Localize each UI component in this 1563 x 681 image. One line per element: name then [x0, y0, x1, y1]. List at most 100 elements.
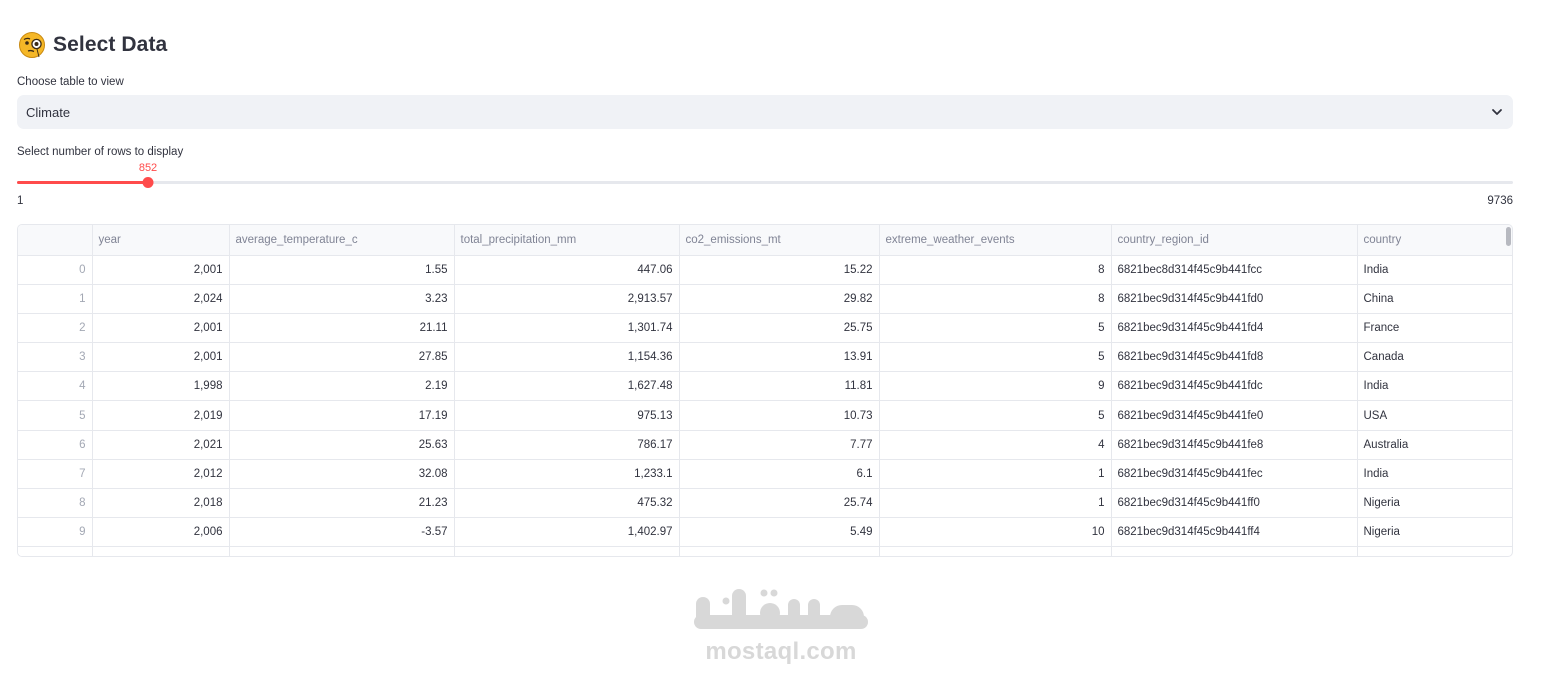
cell-index[interactable]: 4 — [18, 371, 93, 402]
cell-total-precipitation[interactable] — [454, 546, 680, 556]
cell-country[interactable]: USA — [1357, 400, 1512, 431]
cell-index[interactable]: 0 — [18, 255, 93, 285]
column-header-index[interactable] — [18, 225, 93, 256]
table-scrollbar[interactable] — [1506, 227, 1511, 246]
cell-country[interactable]: India — [1357, 371, 1512, 402]
cell-year[interactable]: 2,001 — [92, 342, 230, 373]
table-row[interactable]: 9 2,006 -3.57 1,402.97 5.49 10 6821bec9d314f45… — [18, 517, 1512, 548]
table-row[interactable]: 8 2,018 21.23 475.32 25.74 1 6821bec9d314f45c9… — [18, 488, 1512, 519]
cell-total-precipitation[interactable]: 1,402.97 — [454, 517, 680, 548]
cell-country-region-id[interactable]: 6821bec9d314f45c9b441fd8 — [1111, 342, 1358, 373]
cell-index[interactable]: 9 — [18, 517, 93, 548]
cell-year[interactable]: 1,998 — [92, 371, 230, 402]
column-header-year[interactable]: year — [92, 225, 230, 256]
cell-extreme-weather-events[interactable] — [879, 546, 1112, 556]
cell-year[interactable]: 2,021 — [92, 430, 230, 460]
slider-track[interactable] — [17, 181, 1513, 184]
cell-extreme-weather-events[interactable]: 9 — [879, 371, 1112, 402]
cell-year[interactable]: 2,018 — [92, 488, 230, 519]
cell-co2-emissions[interactable]: 6.1 — [679, 459, 880, 490]
cell-total-precipitation[interactable]: 447.06 — [454, 255, 680, 285]
cell-country-region-id[interactable] — [1111, 546, 1358, 556]
cell-average-temperature[interactable]: 21.23 — [229, 488, 455, 519]
cell-year[interactable]: 2,006 — [92, 517, 230, 548]
cell-country-region-id[interactable]: 6821bec9d314f45c9b441fd4 — [1111, 313, 1358, 344]
cell-extreme-weather-events[interactable]: 1 — [879, 488, 1112, 519]
cell-extreme-weather-events[interactable]: 5 — [879, 342, 1112, 373]
cell-index[interactable]: 5 — [18, 400, 93, 431]
cell-country-region-id[interactable]: 6821bec9d314f45c9b441fe0 — [1111, 400, 1358, 431]
cell-average-temperature[interactable]: 1.55 — [229, 255, 455, 285]
cell-index[interactable]: 2 — [18, 313, 93, 344]
cell-year[interactable]: 2,019 — [92, 400, 230, 431]
cell-total-precipitation[interactable]: 475.32 — [454, 488, 680, 519]
cell-country[interactable]: Nigeria — [1357, 517, 1512, 548]
cell-country-region-id[interactable]: 6821bec9d314f45c9b441fe8 — [1111, 430, 1358, 460]
cell-year[interactable]: 2,001 — [92, 255, 230, 285]
cell-year[interactable]: 2,001 — [92, 313, 230, 344]
cell-country-region-id[interactable]: 6821bec9d314f45c9b441fd0 — [1111, 284, 1358, 314]
cell-country[interactable]: India — [1357, 255, 1512, 285]
column-header-country[interactable]: country — [1357, 225, 1512, 256]
cell-extreme-weather-events[interactable]: 8 — [879, 284, 1112, 314]
cell-country-region-id[interactable]: 6821bec9d314f45c9b441ff4 — [1111, 517, 1358, 548]
cell-country[interactable]: Canada — [1357, 342, 1512, 373]
cell-country[interactable]: India — [1357, 459, 1512, 490]
cell-index[interactable] — [18, 546, 93, 556]
cell-country[interactable]: China — [1357, 284, 1512, 314]
cell-year[interactable] — [92, 546, 230, 556]
table-row[interactable]: 4 1,998 2.19 1,627.48 11.81 9 6821bec9d314f45c… — [18, 371, 1512, 402]
cell-index[interactable]: 6 — [18, 430, 93, 460]
cell-index[interactable]: 1 — [18, 284, 93, 314]
cell-extreme-weather-events[interactable]: 4 — [879, 430, 1112, 460]
cell-country-region-id[interactable]: 6821bec9d314f45c9b441fdc — [1111, 371, 1358, 402]
cell-extreme-weather-events[interactable]: 5 — [879, 400, 1112, 431]
cell-index[interactable]: 7 — [18, 459, 93, 490]
cell-extreme-weather-events[interactable]: 8 — [879, 255, 1112, 285]
cell-total-precipitation[interactable]: 1,301.74 — [454, 313, 680, 344]
data-table[interactable]: year average_temperature_c total_precipi… — [17, 224, 1513, 557]
slider-thumb[interactable] — [142, 177, 154, 188]
table-row[interactable]: 0 2,001 1.55 447.06 15.22 8 6821bec8d314f45c9b… — [18, 255, 1512, 285]
cell-co2-emissions[interactable]: 11.81 — [679, 371, 880, 402]
column-header-extreme-weather-events[interactable]: extreme_weather_events — [879, 225, 1112, 256]
cell-total-precipitation[interactable]: 1,627.48 — [454, 371, 680, 402]
cell-country[interactable]: Nigeria — [1357, 488, 1512, 519]
cell-extreme-weather-events[interactable]: 5 — [879, 313, 1112, 344]
table-row[interactable]: 3 2,001 27.85 1,154.36 13.91 5 6821bec9d314f45… — [18, 342, 1512, 373]
column-header-co2-emissions[interactable]: co2_emissions_mt — [679, 225, 880, 256]
column-header-country-region-id[interactable]: country_region_id — [1111, 225, 1358, 256]
cell-co2-emissions[interactable]: 7.77 — [679, 430, 880, 460]
cell-year[interactable]: 2,024 — [92, 284, 230, 314]
cell-year[interactable]: 2,012 — [92, 459, 230, 490]
cell-country-region-id[interactable]: 6821bec8d314f45c9b441fcc — [1111, 255, 1358, 285]
cell-extreme-weather-events[interactable]: 10 — [879, 517, 1112, 548]
cell-co2-emissions[interactable] — [679, 546, 880, 556]
cell-co2-emissions[interactable]: 10.73 — [679, 400, 880, 431]
table-row[interactable]: 1 2,024 3.23 2,913.57 29.82 8 6821bec9d314f45c… — [18, 284, 1512, 314]
cell-average-temperature[interactable]: 3.23 — [229, 284, 455, 314]
cell-average-temperature[interactable]: 25.63 — [229, 430, 455, 460]
cell-country-region-id[interactable]: 6821bec9d314f45c9b441ff0 — [1111, 488, 1358, 519]
cell-co2-emissions[interactable]: 25.75 — [679, 313, 880, 344]
cell-total-precipitation[interactable]: 1,233.1 — [454, 459, 680, 490]
column-header-total-precipitation[interactable]: total_precipitation_mm — [454, 225, 680, 256]
cell-country-region-id[interactable]: 6821bec9d314f45c9b441fec — [1111, 459, 1358, 490]
cell-total-precipitation[interactable]: 975.13 — [454, 400, 680, 431]
table-row[interactable]: 6 2,021 25.63 786.17 7.77 4 6821bec9d314f45c9b… — [18, 430, 1512, 460]
cell-country[interactable]: France — [1357, 313, 1512, 344]
cell-index[interactable]: 3 — [18, 342, 93, 373]
cell-co2-emissions[interactable]: 29.82 — [679, 284, 880, 314]
table-row[interactable] — [18, 546, 1512, 556]
cell-co2-emissions[interactable]: 15.22 — [679, 255, 880, 285]
table-row[interactable]: 5 2,019 17.19 975.13 10.73 5 6821bec9d314f45c9… — [18, 400, 1512, 431]
column-header-average-temperature[interactable]: average_temperature_c — [229, 225, 455, 256]
cell-index[interactable]: 8 — [18, 488, 93, 519]
cell-co2-emissions[interactable]: 13.91 — [679, 342, 880, 373]
table-row[interactable]: 7 2,012 32.08 1,233.1 6.1 1 6821bec9d314f45c9b… — [18, 459, 1512, 490]
cell-average-temperature[interactable]: 27.85 — [229, 342, 455, 373]
cell-total-precipitation[interactable]: 786.17 — [454, 430, 680, 460]
rows-slider[interactable]: 852 1 9736 — [17, 160, 1513, 210]
cell-extreme-weather-events[interactable]: 1 — [879, 459, 1112, 490]
cell-co2-emissions[interactable]: 5.49 — [679, 517, 880, 548]
